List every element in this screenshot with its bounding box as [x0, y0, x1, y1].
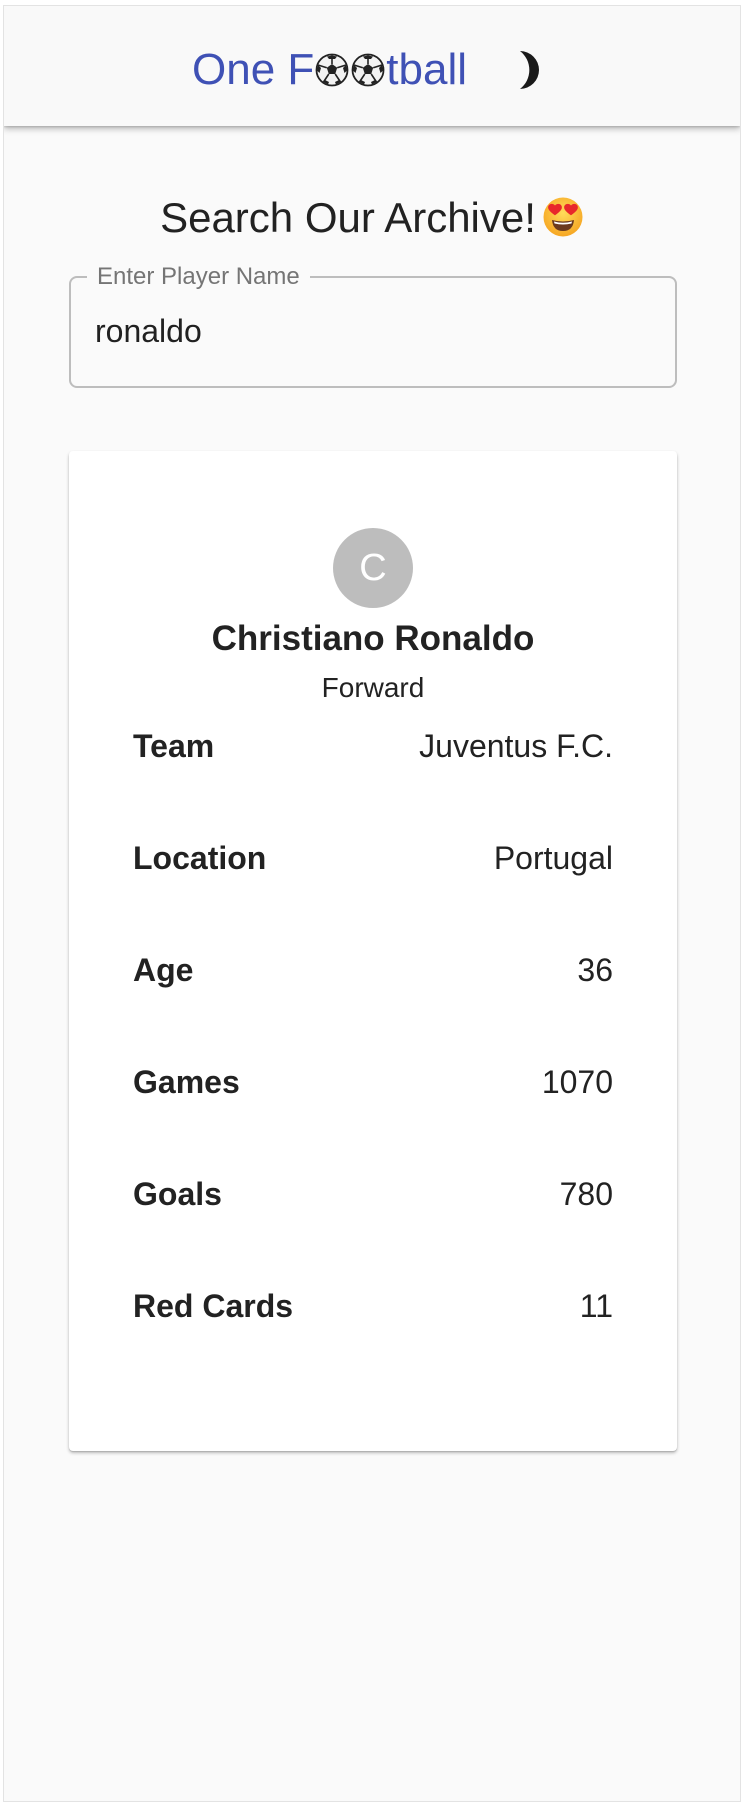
app-title-end: tball	[386, 45, 467, 94]
app-title-start: One F	[192, 45, 315, 94]
stat-value: Juventus F.C.	[419, 728, 613, 764]
stat-label: Age	[133, 952, 194, 988]
avatar: C	[333, 528, 413, 608]
stat-row-age: Age 36	[133, 945, 613, 995]
stat-row-games: Games 1070	[133, 1057, 613, 1107]
app-frame: One F tball Search Our Archive! Enter Pl…	[3, 5, 741, 1802]
soccer-ball-icon	[315, 53, 349, 87]
player-position: Forward	[321, 672, 425, 703]
app-bar: One F tball	[4, 6, 740, 126]
stat-value: 36	[577, 952, 613, 988]
stat-row-team: Team Juventus F.C.	[133, 721, 613, 771]
stat-label: Location	[133, 840, 267, 876]
stat-row-goals: Goals 780	[133, 1169, 613, 1219]
search-heading-text: Search Our Archive!	[160, 194, 536, 241]
stat-label: Goals	[133, 1176, 222, 1212]
soccer-ball-icon	[351, 53, 385, 87]
moon-icon[interactable]	[508, 48, 548, 92]
heart-eyes-emoji-icon	[542, 196, 584, 238]
stat-value: 780	[559, 1176, 613, 1212]
stat-label: Games	[133, 1064, 240, 1100]
stat-label: Red Cards	[133, 1288, 294, 1324]
search-field-label: Enter Player Name	[87, 263, 310, 291]
player-search-field[interactable]: Enter Player Name	[69, 263, 677, 388]
stat-value: 1070	[541, 1064, 613, 1100]
app-title[interactable]: One F tball	[192, 44, 467, 96]
stat-value: Portugal	[493, 840, 613, 876]
player-name: Christiano Ronaldo	[211, 619, 535, 658]
stat-row-location: Location Portugal	[133, 833, 613, 883]
search-heading: Search Our Archive!	[4, 192, 740, 244]
stat-label: Team	[133, 728, 215, 764]
player-search-input[interactable]	[95, 308, 655, 354]
stat-value: 11	[579, 1288, 613, 1324]
player-card: C Christiano Ronaldo Forward Team Juvent…	[69, 451, 677, 1451]
stat-row-red-cards: Red Cards 11	[133, 1281, 613, 1331]
